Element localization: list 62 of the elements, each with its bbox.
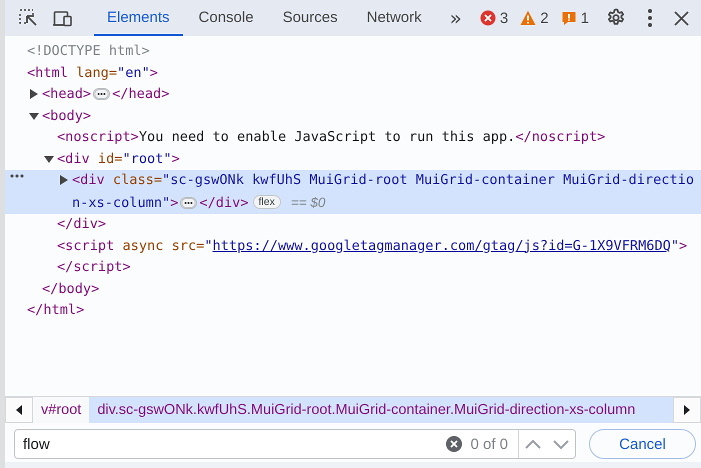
device-toolbar-icon[interactable] xyxy=(53,10,72,26)
more-actions-icon[interactable] xyxy=(10,174,24,178)
issue-counter-button[interactable]: 1 xyxy=(554,10,595,26)
code-text: <html lang="en"> xyxy=(27,64,158,80)
left-triangle-icon xyxy=(15,405,23,415)
tree-row[interactable]: <body> xyxy=(5,106,701,127)
warning-icon xyxy=(520,10,536,26)
flex-badge[interactable]: flex xyxy=(252,195,281,210)
inspect-icon[interactable] xyxy=(19,9,37,27)
tree-row[interactable]: <!DOCTYPE html> xyxy=(5,41,701,62)
code-text: <noscript>You need to enable JavaScript to run this app.</noscript> xyxy=(57,129,606,145)
url-link[interactable]: https://www.googletagmanager.com/gtag/js?id=G-1X9VFRM6DQ xyxy=(212,238,671,254)
tree-row[interactable]: <noscript>You need to enable JavaScript to run this app.</noscript> xyxy=(5,127,701,148)
code-text: </div> xyxy=(57,216,106,232)
tab[interactable]: Console xyxy=(186,0,267,36)
breadcrumb[interactable]: v#root xyxy=(33,397,90,423)
tab[interactable]: Elements xyxy=(94,0,183,36)
tree-row[interactable]: <div class="sc-gswONk kwfUhS MuiGrid-root MuiGrid-container MuiGrid-directio n-xs-column"> </div> flex == $0 xyxy=(5,170,701,214)
issue-counter-button[interactable]: 3 xyxy=(474,10,514,26)
search-box[interactable]: flow 0 of 0 xyxy=(14,429,576,459)
expand-triangle-icon[interactable] xyxy=(29,89,40,100)
code-text: <script async src="https://www.googletagmanager.com/gtag/js?id=G-1X9VFRM6DQ"> xyxy=(57,238,688,254)
clear-icon[interactable] xyxy=(446,436,462,452)
search-field[interactable]: flow xyxy=(23,436,446,452)
right-triangle-icon xyxy=(683,405,691,415)
code-text: <div id="root"> xyxy=(57,150,180,166)
tree-row[interactable]: <head> </head> xyxy=(5,84,701,106)
more-tabs-button[interactable]: » xyxy=(446,6,466,30)
code-text: n-xs-column"> xyxy=(72,194,178,210)
collapse-triangle-icon[interactable] xyxy=(29,110,40,121)
issue-counter-button[interactable]: 2 xyxy=(514,10,555,26)
reference-text: == $0 xyxy=(290,194,326,210)
tab[interactable]: Sources xyxy=(270,0,351,36)
scroll-left-button[interactable] xyxy=(5,397,33,423)
breadcrumb[interactable]: div.sc-gswONk.kwfUhS.MuiGrid-root.MuiGrid-container.MuiGrid-direction-xs-column xyxy=(89,397,673,423)
tab[interactable]: Network xyxy=(354,0,435,36)
match-count: 0 of 0 xyxy=(470,436,508,452)
code-text: <head> xyxy=(42,86,92,102)
message-icon xyxy=(560,10,577,26)
scroll-right-button[interactable] xyxy=(673,397,701,423)
chevron-up-icon xyxy=(525,438,541,450)
code-text: </script> xyxy=(57,259,131,275)
ellipsis-icon[interactable] xyxy=(93,88,110,100)
expand-triangle-icon[interactable] xyxy=(59,175,70,186)
code-text: </head> xyxy=(112,86,170,102)
code-text: <body> xyxy=(42,108,92,124)
more-options-icon[interactable] xyxy=(648,9,652,27)
tree-row[interactable]: </script> xyxy=(5,257,701,278)
tree-row[interactable]: <div id="root"> xyxy=(5,148,701,170)
ellipsis-icon[interactable] xyxy=(180,196,198,209)
tree-row[interactable]: <script async src="https://www.googletagmanager.com/gtag/js?id=G-1X9VFRM6DQ"> xyxy=(5,236,701,257)
code-text: </body> xyxy=(42,280,100,296)
code-text: <div class="sc-gswONk kwfUhS MuiGrid-root MuiGrid-container MuiGrid-directio xyxy=(72,172,694,188)
chevron-down-icon xyxy=(553,438,569,450)
close-icon[interactable] xyxy=(674,10,689,26)
code-text: <!DOCTYPE html> xyxy=(27,43,150,59)
code-text: </html> xyxy=(27,302,84,318)
tree-row[interactable]: <html lang="en"> xyxy=(5,62,701,84)
cancel-button[interactable]: Cancel xyxy=(589,429,696,459)
collapse-triangle-icon[interactable] xyxy=(44,154,55,164)
error-icon xyxy=(480,10,496,26)
code-text: </div> xyxy=(199,194,249,210)
